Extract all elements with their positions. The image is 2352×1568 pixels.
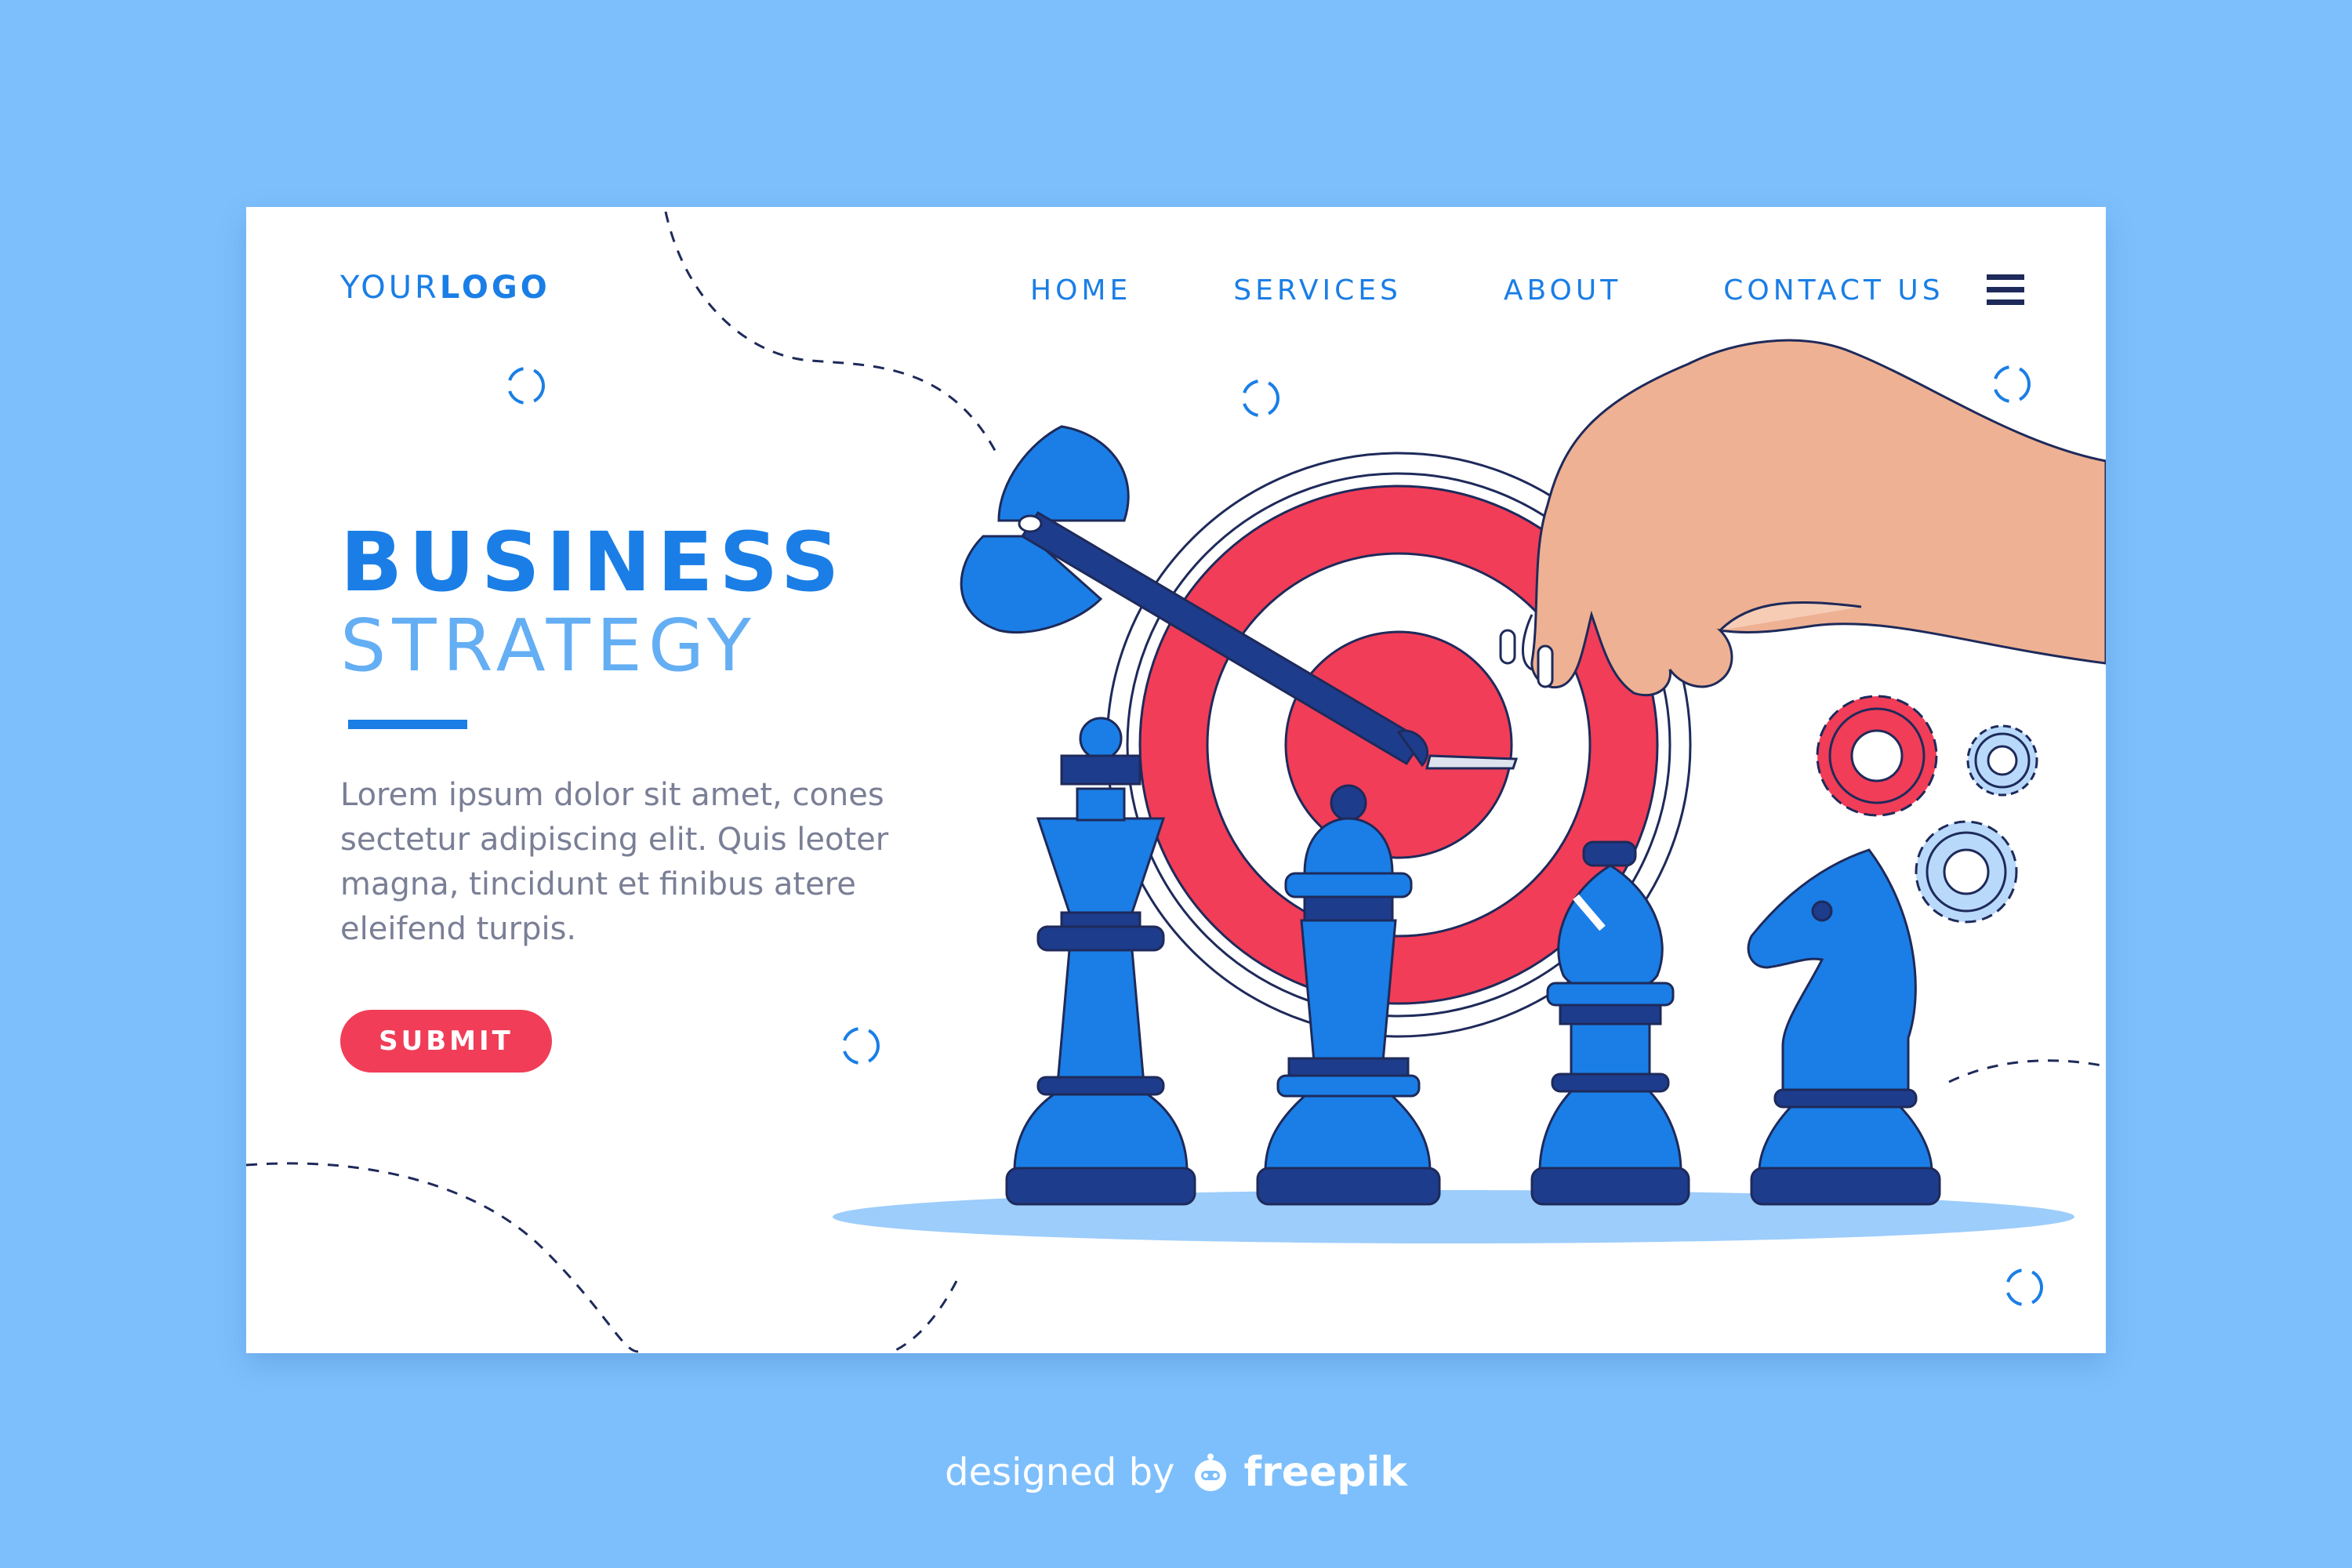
nav-item-services[interactable]: SERVICES [1233, 274, 1402, 307]
hamburger-menu-icon[interactable] [1987, 274, 2024, 306]
hero-title-line2: STRATEGY [340, 604, 757, 688]
main-nav: HOME SERVICES ABOUT CONTACT US [1030, 274, 1944, 307]
landing-card: YOURLOGO HOME SERVICES ABOUT CONTACT US … [246, 207, 2106, 1353]
credit-brand: freepik [1243, 1449, 1407, 1496]
credit-line: designed by freepik [0, 1449, 2352, 1496]
gear-icon [1816, 695, 1938, 817]
nav-item-about[interactable]: ABOUT [1504, 274, 1621, 307]
submit-button[interactable]: SUBMIT [340, 1010, 552, 1073]
logo[interactable]: YOURLOGO [340, 270, 550, 306]
chess-knight-icon [1747, 848, 1941, 1206]
freepik-robot-icon [1195, 1454, 1227, 1491]
gear-icon [1966, 724, 2038, 797]
hero-description: Lorem ipsum dolor sit amet, cones sectet… [340, 777, 889, 947]
credit-prefix: designed by [945, 1450, 1175, 1494]
gear-icon [1915, 820, 2018, 924]
nav-item-contact-us[interactable]: CONTACT US [1723, 274, 1944, 307]
nav-item-home[interactable]: HOME [1030, 274, 1131, 307]
logo-suffix: LOGO [439, 270, 550, 306]
title-underline [348, 720, 467, 729]
hero-title-line1: BUSINESS [340, 514, 846, 610]
logo-prefix: YOUR [340, 270, 440, 306]
